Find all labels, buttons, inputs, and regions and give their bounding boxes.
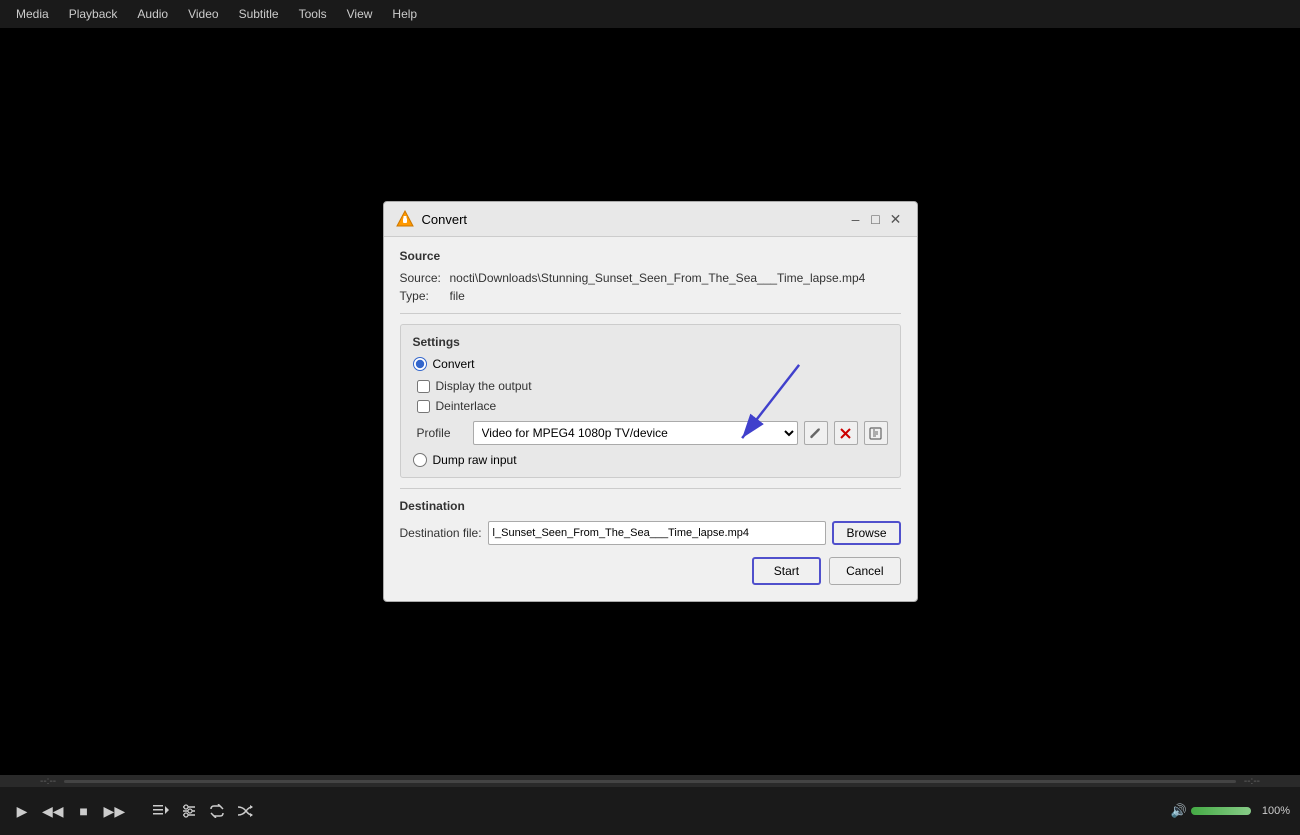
settings-icon <box>181 804 197 818</box>
divider-2 <box>400 488 901 489</box>
menu-tools[interactable]: Tools <box>291 4 335 24</box>
source-section: Source Source: nocti\Downloads\Stunning_… <box>400 249 901 303</box>
wrench-icon <box>809 427 822 440</box>
main-area: Convert – □ ✕ Source Source: nocti\Downl… <box>0 28 1300 775</box>
playlist-icon <box>153 804 169 818</box>
convert-radio[interactable] <box>413 357 427 371</box>
source-header: Source <box>400 249 901 263</box>
shuffle-icon <box>237 804 253 818</box>
cancel-button[interactable]: Cancel <box>829 557 900 585</box>
convert-radio-label: Convert <box>433 357 475 371</box>
display-output-checkbox[interactable] <box>417 380 430 393</box>
type-value: file <box>450 289 465 303</box>
divider-1 <box>400 313 901 314</box>
bottombar: --:-- --:-- ▶ ◀◀ ■ ▶▶ <box>0 775 1300 835</box>
profile-delete-button[interactable] <box>834 421 858 445</box>
controls-row: ▶ ◀◀ ■ ▶▶ <box>0 787 1300 835</box>
maximize-button[interactable]: □ <box>867 210 885 228</box>
dump-radio[interactable] <box>413 453 427 467</box>
dest-input[interactable] <box>488 521 827 545</box>
profile-edit-button[interactable] <box>804 421 828 445</box>
convert-radio-row: Convert <box>413 357 888 371</box>
menu-view[interactable]: View <box>339 4 381 24</box>
progress-area: --:-- --:-- <box>0 775 1300 787</box>
vlc-icon <box>396 210 414 228</box>
stop-button[interactable]: ■ <box>72 799 96 823</box>
source-value: nocti\Downloads\Stunning_Sunset_Seen_Fro… <box>450 271 866 285</box>
action-row: Start Cancel <box>400 557 901 585</box>
info-icon <box>869 427 882 440</box>
dialog-body: Source Source: nocti\Downloads\Stunning_… <box>384 237 917 601</box>
dest-label: Destination file: <box>400 526 482 540</box>
delete-icon <box>839 427 852 440</box>
play-button[interactable]: ▶ <box>10 799 34 823</box>
menubar: Media Playback Audio Video Subtitle Tool… <box>0 0 1300 28</box>
extended-settings-button[interactable] <box>177 799 201 823</box>
destination-row: Destination file: Browse <box>400 521 901 545</box>
type-label: Type: <box>400 289 450 303</box>
display-output-label: Display the output <box>436 379 532 393</box>
dump-radio-row: Dump raw input <box>413 453 888 467</box>
destination-header: Destination <box>400 499 901 513</box>
menu-media[interactable]: Media <box>8 4 57 24</box>
dialog-title: Convert <box>422 212 845 227</box>
menu-video[interactable]: Video <box>180 4 226 24</box>
deinterlace-label: Deinterlace <box>436 399 497 413</box>
volume-fill <box>1191 807 1251 815</box>
menu-playback[interactable]: Playback <box>61 4 126 24</box>
profile-row: Profile Video for MPEG4 1080p TV/device … <box>413 421 888 445</box>
volume-area: 🔊 100% <box>1171 803 1290 819</box>
settings-section: Settings Convert Display the output Dein… <box>400 324 901 478</box>
profile-select[interactable]: Video for MPEG4 1080p TV/device Video fo… <box>473 421 798 445</box>
time-elapsed: --:-- <box>40 776 56 787</box>
volume-bar[interactable] <box>1191 807 1251 815</box>
volume-label: 100% <box>1255 805 1290 817</box>
deinterlace-row: Deinterlace <box>413 399 888 413</box>
browse-button[interactable]: Browse <box>832 521 900 545</box>
menu-subtitle[interactable]: Subtitle <box>231 4 287 24</box>
display-output-row: Display the output <box>413 379 888 393</box>
minimize-button[interactable]: – <box>847 210 865 228</box>
shuffle-button[interactable] <box>233 799 257 823</box>
prev-button[interactable]: ◀◀ <box>38 799 68 823</box>
time-remaining: --:-- <box>1244 776 1260 787</box>
convert-dialog: Convert – □ ✕ Source Source: nocti\Downl… <box>383 201 918 602</box>
progress-track[interactable] <box>64 780 1236 783</box>
source-label: Source: <box>400 271 450 285</box>
loop-button[interactable] <box>205 799 229 823</box>
type-row: Type: file <box>400 289 901 303</box>
deinterlace-checkbox[interactable] <box>417 400 430 413</box>
menu-audio[interactable]: Audio <box>129 4 176 24</box>
profile-info-button[interactable] <box>864 421 888 445</box>
profile-label: Profile <box>417 426 467 440</box>
menu-help[interactable]: Help <box>384 4 425 24</box>
loop-icon <box>209 804 225 818</box>
start-button[interactable]: Start <box>752 557 821 585</box>
dump-label: Dump raw input <box>433 453 517 467</box>
destination-section: Destination Destination file: Browse <box>400 499 901 545</box>
close-button[interactable]: ✕ <box>887 210 905 228</box>
dialog-titlebar: Convert – □ ✕ <box>384 202 917 237</box>
next-button[interactable]: ▶▶ <box>100 799 130 823</box>
toggle-playlist-button[interactable] <box>149 799 173 823</box>
volume-icon: 🔊 <box>1171 803 1187 819</box>
settings-header: Settings <box>413 335 888 349</box>
source-row: Source: nocti\Downloads\Stunning_Sunset_… <box>400 271 901 285</box>
